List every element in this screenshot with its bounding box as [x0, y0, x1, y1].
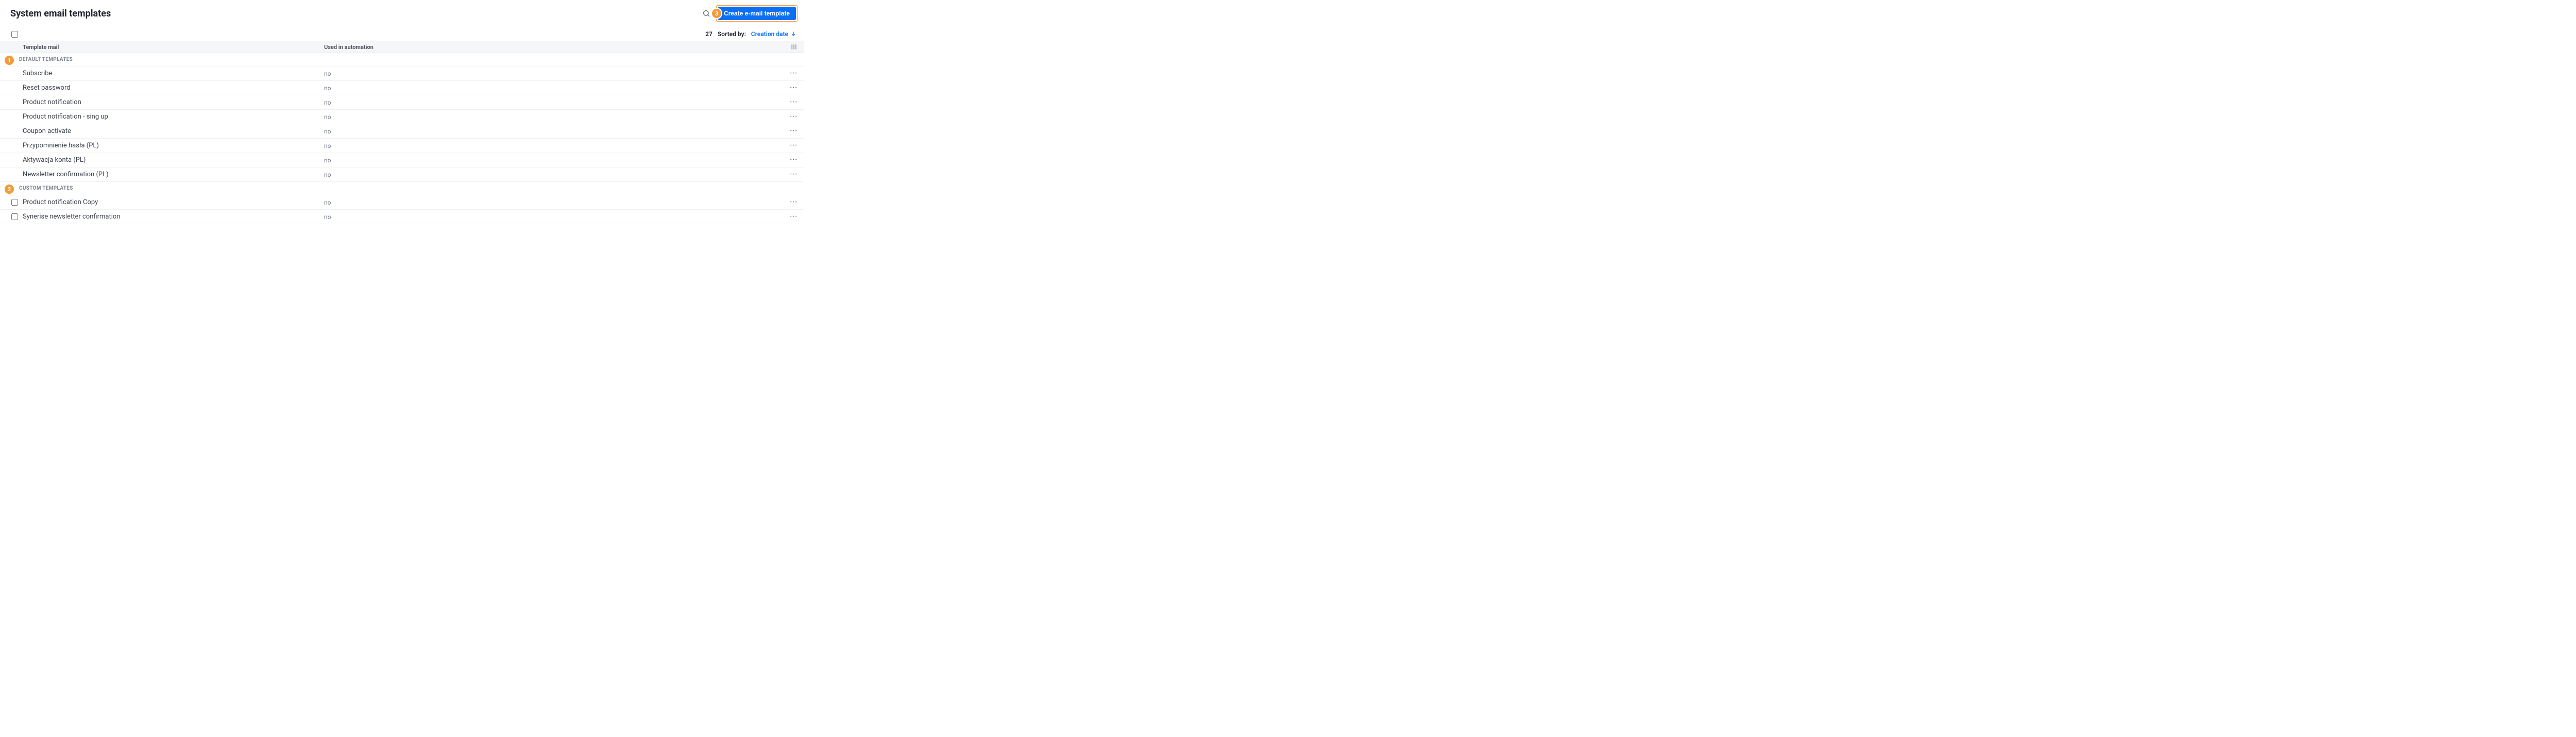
sort-field-link[interactable]: Creation date	[751, 30, 796, 38]
row-name: Newsletter confirmation (PL)	[23, 171, 324, 178]
row-used: no	[324, 128, 783, 135]
table-row[interactable]: Newsletter confirmation (PL)no···	[0, 167, 804, 182]
row-used: no	[324, 157, 783, 164]
row-name: Aktywacja konta (PL)	[23, 156, 324, 164]
section-title: CUSTOM TEMPLATES	[0, 182, 804, 195]
page-header: System email templates 3 Create e-mail t…	[0, 0, 804, 27]
row-actions-menu[interactable]: ···	[783, 171, 798, 178]
sorted-by-label: Sorted by:	[718, 30, 746, 38]
row-actions-menu[interactable]: ···	[783, 98, 798, 106]
callout-badge: 2	[5, 185, 14, 194]
col-header-name[interactable]: Template mail	[23, 44, 324, 51]
row-used: no	[324, 171, 783, 178]
list-section: 1DEFAULT TEMPLATESSubscribeno···Reset pa…	[0, 53, 804, 182]
row-name: Przypomnienie hasła (PL)	[23, 142, 324, 149]
columns-icon	[790, 43, 798, 51]
header-actions: 3 Create e-mail template	[700, 5, 798, 22]
list-toolbar: 27 Sorted by: Creation date	[0, 27, 804, 41]
table-row[interactable]: Product notification Copyno···	[0, 195, 804, 210]
list-section: 2CUSTOM TEMPLATESProduct notification Co…	[0, 182, 804, 224]
section-title: DEFAULT TEMPLATES	[0, 53, 804, 66]
row-name: Subscribe	[23, 70, 324, 77]
table-row[interactable]: Przypomnienie hasła (PL)no···	[0, 139, 804, 153]
table-row[interactable]: Reset passwordno···	[0, 81, 804, 95]
arrow-down-icon	[790, 31, 796, 37]
table-row[interactable]: Aktywacja konta (PL)no···	[0, 153, 804, 167]
template-list: 1DEFAULT TEMPLATESSubscribeno···Reset pa…	[0, 53, 804, 224]
row-actions-menu[interactable]: ···	[783, 142, 798, 149]
callout-badge: 1	[5, 56, 14, 65]
row-actions-menu[interactable]: ···	[783, 156, 798, 164]
row-actions-menu[interactable]: ···	[783, 113, 798, 121]
page-title: System email templates	[10, 8, 111, 19]
row-name: Product notification - sing up	[23, 113, 324, 121]
row-used: no	[324, 70, 783, 77]
callout-badge-create: 3	[712, 9, 721, 18]
search-icon	[702, 9, 710, 18]
sort-field-text: Creation date	[751, 30, 788, 38]
row-checkbox-slot	[11, 213, 23, 220]
row-used: no	[324, 113, 783, 121]
table-row[interactable]: Synerise newsletter confirmationno···	[0, 210, 804, 224]
search-button[interactable]	[700, 7, 713, 20]
results-count: 27	[705, 30, 713, 38]
row-name: Product notification	[23, 98, 324, 106]
row-actions-menu[interactable]: ···	[783, 213, 798, 221]
table-row[interactable]: Coupon activateno···	[0, 124, 804, 139]
table-row[interactable]: Product notification - sing upno···	[0, 110, 804, 124]
row-checkbox[interactable]	[11, 213, 18, 220]
row-name: Synerise newsletter confirmation	[23, 213, 324, 221]
row-checkbox-slot	[11, 199, 23, 206]
row-used: no	[324, 85, 783, 92]
row-used: no	[324, 99, 783, 106]
row-name: Product notification Copy	[23, 198, 324, 206]
row-used: no	[324, 199, 783, 206]
row-used: no	[324, 142, 783, 149]
col-header-used[interactable]: Used in automation	[324, 44, 783, 51]
row-checkbox[interactable]	[11, 199, 18, 206]
column-headers: Template mail Used in automation	[0, 41, 804, 53]
row-name: Reset password	[23, 84, 324, 92]
table-row[interactable]: Subscribeno···	[0, 66, 804, 81]
select-all-checkbox[interactable]	[11, 31, 18, 38]
row-actions-menu[interactable]: ···	[783, 127, 798, 135]
table-row[interactable]: Product notificationno···	[0, 95, 804, 110]
row-actions-menu[interactable]: ···	[783, 198, 798, 206]
row-actions-menu[interactable]: ···	[783, 84, 798, 92]
column-config-button[interactable]	[783, 43, 798, 51]
row-used: no	[324, 213, 783, 221]
create-email-template-button[interactable]: Create e-mail template	[718, 7, 796, 20]
row-name: Coupon activate	[23, 127, 324, 135]
create-button-highlight: 3 Create e-mail template	[716, 5, 798, 22]
row-actions-menu[interactable]: ···	[783, 70, 798, 77]
